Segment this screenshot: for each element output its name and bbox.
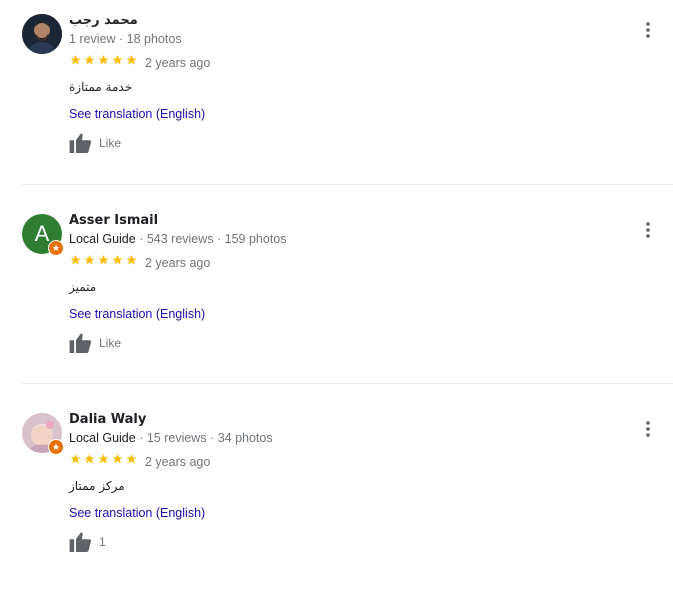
thumb-up-icon bbox=[69, 333, 92, 353]
more-options-button[interactable] bbox=[640, 220, 656, 240]
like-button[interactable]: Like bbox=[69, 133, 121, 153]
reviewer-meta: 1 review · 18 photos bbox=[69, 32, 182, 46]
review-text: خدمة ممتازة bbox=[69, 80, 133, 94]
divider bbox=[22, 383, 673, 384]
star-icon bbox=[70, 55, 81, 65]
star-icon bbox=[84, 255, 95, 265]
meta-separator: · bbox=[135, 232, 147, 246]
photos-count: 159 photos bbox=[224, 232, 287, 246]
review-date: 2 years ago bbox=[145, 256, 211, 270]
star-icon bbox=[98, 55, 109, 65]
see-translation-link[interactable]: See translation (English) bbox=[69, 107, 205, 121]
reviewer-name[interactable]: Dalia Waly bbox=[69, 412, 146, 427]
more-vert-icon bbox=[646, 222, 650, 238]
reviews-count: 1 review bbox=[69, 32, 116, 46]
like-count: 1 bbox=[99, 535, 106, 549]
review-text: متميز bbox=[69, 280, 97, 294]
star-icon bbox=[112, 454, 123, 464]
review-card: محمد رجب 1 review · 18 photos 2 years ag… bbox=[0, 0, 673, 199]
local-guide-label: Local Guide bbox=[69, 232, 136, 246]
avatar-photo bbox=[22, 14, 62, 54]
star-icon bbox=[98, 454, 109, 464]
local-guide-label: Local Guide bbox=[69, 431, 136, 445]
review-date: 2 years ago bbox=[145, 455, 211, 469]
badge-star-icon bbox=[52, 443, 60, 450]
more-options-button[interactable] bbox=[640, 419, 656, 439]
avatar[interactable]: A bbox=[22, 214, 64, 256]
badge-star-icon bbox=[52, 244, 60, 251]
star-icon bbox=[112, 55, 123, 65]
meta-separator: · bbox=[213, 232, 225, 246]
like-button[interactable]: Like bbox=[69, 333, 121, 353]
divider bbox=[22, 184, 673, 185]
more-vert-icon bbox=[646, 22, 650, 38]
star-rating bbox=[69, 54, 138, 66]
reviewer-meta: Local Guide · 15 reviews · 34 photos bbox=[69, 431, 273, 445]
avatar-letter: A bbox=[34, 221, 50, 246]
avatar[interactable] bbox=[22, 413, 64, 455]
star-icon bbox=[84, 55, 95, 65]
meta-separator: · bbox=[206, 431, 218, 445]
thumb-up-icon bbox=[69, 532, 92, 552]
star-icon bbox=[98, 255, 109, 265]
star-icon bbox=[126, 255, 137, 265]
review-card: Dalia Waly Local Guide · 15 reviews · 34… bbox=[0, 399, 673, 598]
star-icon bbox=[70, 454, 81, 464]
star-icon bbox=[84, 454, 95, 464]
reviews-count: 15 reviews bbox=[146, 431, 207, 445]
more-vert-icon bbox=[646, 421, 650, 437]
star-icon bbox=[126, 454, 137, 464]
star-icon bbox=[126, 55, 137, 65]
reviewer-name[interactable]: محمد رجب bbox=[69, 13, 138, 28]
reviews-count: 543 reviews bbox=[146, 232, 214, 246]
person-photo-icon bbox=[22, 14, 62, 54]
see-translation-link[interactable]: See translation (English) bbox=[69, 307, 205, 321]
local-guide-badge-icon bbox=[48, 439, 64, 455]
reviewer-name[interactable]: Asser Ismail bbox=[69, 213, 158, 228]
photos-count: 34 photos bbox=[217, 431, 273, 445]
star-icon bbox=[112, 255, 123, 265]
thumb-up-icon bbox=[69, 133, 92, 153]
like-label: Like bbox=[99, 136, 122, 150]
star-rating bbox=[69, 254, 138, 266]
see-translation-link[interactable]: See translation (English) bbox=[69, 506, 205, 520]
reviewer-meta: Local Guide · 543 reviews · 159 photos bbox=[69, 232, 287, 246]
review-text: مركز ممتاز bbox=[69, 479, 125, 493]
photos-count: 18 photos bbox=[126, 32, 182, 46]
meta-separator: · bbox=[135, 431, 147, 445]
star-rating bbox=[69, 453, 138, 465]
like-button[interactable]: 1 bbox=[69, 532, 106, 552]
star-icon bbox=[70, 255, 81, 265]
avatar[interactable] bbox=[22, 14, 62, 54]
like-label: Like bbox=[99, 336, 122, 350]
meta-separator: · bbox=[115, 32, 127, 46]
more-options-button[interactable] bbox=[640, 20, 656, 40]
review-date: 2 years ago bbox=[145, 56, 211, 70]
review-card: A Asser Ismail Local Guide · 543 reviews… bbox=[0, 200, 673, 399]
local-guide-badge-icon bbox=[48, 240, 64, 256]
